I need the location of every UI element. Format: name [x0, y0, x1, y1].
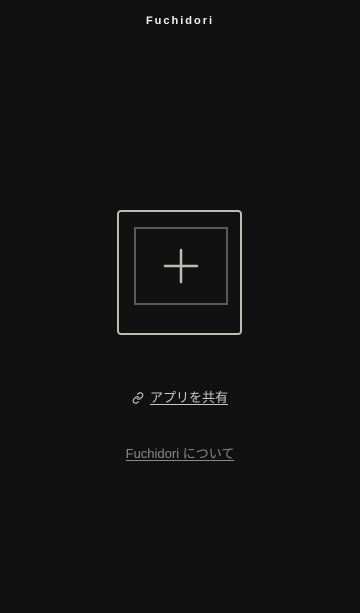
plus-icon: [163, 248, 199, 284]
share-app-link[interactable]: アプリを共有: [0, 390, 360, 406]
link-icon: [132, 392, 144, 404]
add-image-button[interactable]: [117, 210, 242, 335]
app-title: Fuchidori: [145, 15, 215, 27]
about-link[interactable]: Fuchidori について: [0, 446, 360, 462]
share-app-label: アプリを共有: [149, 390, 228, 405]
